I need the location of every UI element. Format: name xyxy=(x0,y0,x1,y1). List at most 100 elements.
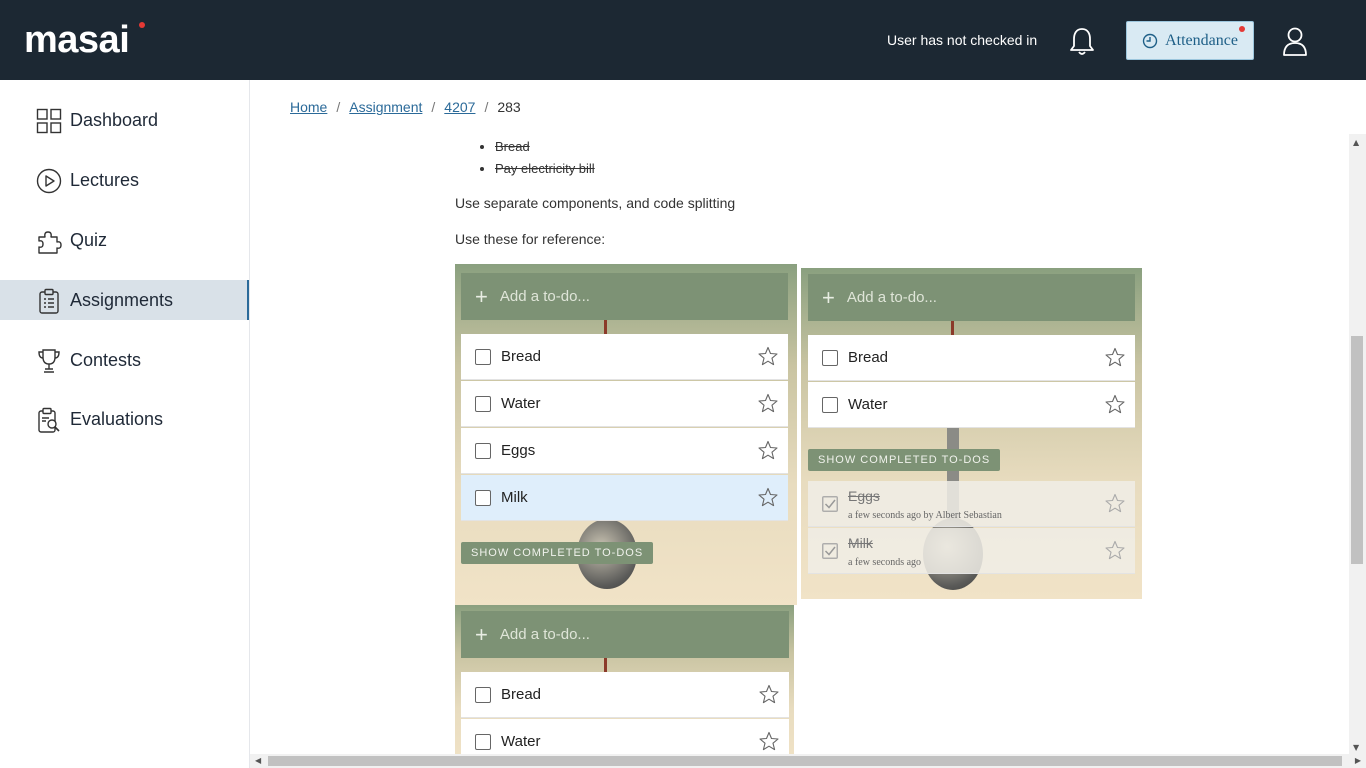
notification-dot xyxy=(1239,26,1245,32)
add-todo-input[interactable]: + Add a to-do... xyxy=(808,274,1135,321)
todo-item[interactable]: Water xyxy=(808,382,1135,428)
todo-item[interactable]: Bread xyxy=(808,335,1135,381)
sidebar-item-assignments[interactable]: Assignments xyxy=(0,280,249,320)
vertical-scroll-thumb[interactable] xyxy=(1351,336,1363,564)
scroll-up-arrow-icon[interactable]: ▲ xyxy=(1353,138,1359,147)
todo-text: Milk xyxy=(501,489,528,506)
todo-text: Bread xyxy=(501,686,542,703)
star-icon[interactable] xyxy=(1105,493,1125,513)
star-icon[interactable] xyxy=(1105,540,1125,560)
logo-dot xyxy=(139,22,145,28)
plus-icon: + xyxy=(475,621,488,647)
sidebar: Dashboard Lectures Quiz Assignments Cont… xyxy=(0,80,250,768)
trophy-icon xyxy=(38,349,60,373)
sidebar-item-lectures[interactable]: Lectures xyxy=(0,160,249,200)
vertical-scrollbar[interactable]: ▲ ▼ xyxy=(1349,134,1366,754)
user-icon[interactable] xyxy=(1282,26,1308,56)
todo-text: Eggs xyxy=(501,442,536,459)
sidebar-item-contests[interactable]: Contests xyxy=(0,340,249,380)
horizontal-scroll-thumb[interactable] xyxy=(268,756,1342,766)
plus-icon: + xyxy=(822,284,835,310)
sidebar-item-evaluations[interactable]: Evaluations xyxy=(0,399,249,439)
attendance-button[interactable]: Attendance xyxy=(1126,21,1254,60)
todo-text: Bread xyxy=(501,348,542,365)
breadcrumb-current: 283 xyxy=(497,99,521,115)
checked-checkbox-icon[interactable] xyxy=(822,543,838,559)
breadcrumb-separator: / xyxy=(336,99,341,115)
breadcrumb-id-link[interactable]: 4207 xyxy=(444,99,475,115)
checked-checkbox-icon[interactable] xyxy=(822,496,838,512)
todo-checkbox[interactable] xyxy=(475,687,491,703)
todo-checkbox[interactable] xyxy=(475,734,491,750)
todo-text: Water xyxy=(501,733,541,750)
todo-text: Eggs xyxy=(848,488,880,504)
add-todo-placeholder: Add a to-do... xyxy=(499,626,590,643)
star-icon[interactable] xyxy=(758,440,778,460)
play-circle-icon xyxy=(36,168,62,194)
show-completed-button[interactable]: SHOW COMPLETED TO-DOS xyxy=(461,542,654,564)
todo-item[interactable]: Bread xyxy=(461,334,788,380)
star-icon[interactable] xyxy=(759,684,779,704)
sidebar-item-label: Dashboard xyxy=(70,109,159,130)
completed-todo-item[interactable]: Milk a few seconds ago xyxy=(808,528,1135,574)
grid-icon xyxy=(36,108,62,134)
todo-checkbox[interactable] xyxy=(475,490,491,506)
masai-logo[interactable]: masai xyxy=(24,20,145,60)
completed-todo-item[interactable]: Eggs a few seconds ago by Albert Sebasti… xyxy=(808,481,1135,527)
todo-checkbox[interactable] xyxy=(822,397,838,413)
puzzle-icon xyxy=(38,231,62,254)
sidebar-item-label: Evaluations xyxy=(70,408,164,429)
todo-item-selected[interactable]: Milk xyxy=(461,475,788,521)
add-todo-placeholder: Add a to-do... xyxy=(499,288,590,305)
horizontal-scrollbar[interactable]: ◀ ▶ xyxy=(250,754,1366,768)
attendance-label: Attendance xyxy=(1165,31,1238,49)
top-navbar: masai User has not checked in Attendance xyxy=(0,0,1366,80)
breadcrumb: Home / Assignment / 4207 / 283 xyxy=(290,99,521,115)
star-icon[interactable] xyxy=(759,731,779,751)
bell-icon[interactable] xyxy=(1068,26,1096,56)
instruction-text: Use separate components, and code splitt… xyxy=(455,195,736,211)
clock-icon xyxy=(1142,33,1158,48)
sidebar-item-dashboard[interactable]: Dashboard xyxy=(0,100,249,140)
list-item: Bread xyxy=(495,136,595,158)
todo-text: Water xyxy=(501,395,541,412)
star-icon[interactable] xyxy=(758,346,778,366)
assignment-content: Bread Pay electricity bill Use separate … xyxy=(250,134,1350,754)
todo-item[interactable]: Water xyxy=(461,719,789,754)
todo-checkbox[interactable] xyxy=(475,443,491,459)
clipboard-icon xyxy=(39,288,59,314)
todo-checkbox[interactable] xyxy=(822,350,838,366)
sidebar-item-label: Assignments xyxy=(70,289,174,310)
example-list: Bread Pay electricity bill xyxy=(495,136,595,180)
todo-checkbox[interactable] xyxy=(475,349,491,365)
todo-checkbox[interactable] xyxy=(475,396,491,412)
todo-meta: a few seconds ago by Albert Sebastian xyxy=(848,510,1002,521)
scroll-right-arrow-icon[interactable]: ▶ xyxy=(1355,756,1361,765)
star-icon[interactable] xyxy=(1105,394,1125,414)
sidebar-item-label: Lectures xyxy=(70,169,140,190)
reference-image-todo-list-2: + Add a to-do... Bread Water SHOW COMPLE… xyxy=(801,268,1142,599)
sidebar-item-quiz[interactable]: Quiz xyxy=(0,220,249,260)
reference-text: Use these for reference: xyxy=(455,231,606,247)
todo-item[interactable]: Water xyxy=(461,381,788,427)
breadcrumb-assignment-link[interactable]: Assignment xyxy=(349,99,422,115)
list-item: Pay electricity bill xyxy=(495,158,595,180)
todo-item[interactable]: Bread xyxy=(461,672,789,718)
plus-icon: + xyxy=(475,283,488,309)
reference-image-todo-list-3: + Add a to-do... Bread Water xyxy=(455,605,794,754)
scroll-left-arrow-icon[interactable]: ◀ xyxy=(255,756,261,765)
add-todo-placeholder: Add a to-do... xyxy=(846,289,937,306)
star-icon[interactable] xyxy=(758,393,778,413)
breadcrumb-home-link[interactable]: Home xyxy=(290,99,327,115)
star-icon[interactable] xyxy=(758,487,778,507)
report-search-icon xyxy=(38,407,60,433)
scroll-down-arrow-icon[interactable]: ▼ xyxy=(1353,743,1359,752)
add-todo-input[interactable]: + Add a to-do... xyxy=(461,611,789,658)
add-todo-input[interactable]: + Add a to-do... xyxy=(461,273,788,320)
show-completed-button[interactable]: SHOW COMPLETED TO-DOS xyxy=(808,449,1001,471)
star-icon[interactable] xyxy=(1105,347,1125,367)
sidebar-item-label: Contests xyxy=(70,349,142,370)
todo-text: Water xyxy=(848,396,888,413)
todo-item[interactable]: Eggs xyxy=(461,428,788,474)
breadcrumb-separator: / xyxy=(431,99,436,115)
